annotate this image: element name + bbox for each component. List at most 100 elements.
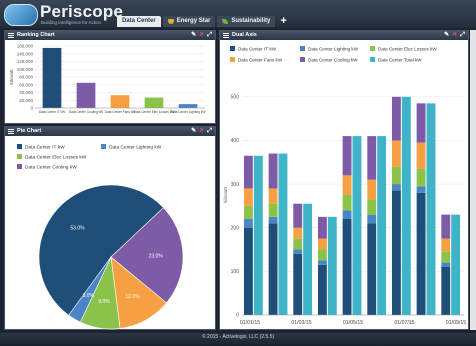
- stacked-bar-segment: [367, 199, 377, 215]
- stacked-bar-segment: [391, 184, 401, 191]
- expand-icon[interactable]: ⤢: [207, 31, 212, 40]
- ranking-bar-chart: 0 20,000 40,000 60,000 80,000 100,000 120,000 1…: [9, 44, 206, 115]
- dual-axis-chart: Data Center IT kW Data Center Lighting kW…: [223, 46, 466, 326]
- pin-icon[interactable]: ✎: [191, 31, 196, 40]
- y-tick-label: 300: [231, 182, 240, 188]
- legend-swatch: [17, 154, 22, 159]
- panel-header: Pie Chart ✎ ✕ ⤢: [5, 127, 215, 136]
- slice-label: 3.0%: [83, 293, 95, 299]
- total-bar: [451, 214, 461, 315]
- pie-chart: Data Center IT kW Data Center Lighting kW…: [17, 144, 184, 330]
- total-bar: [303, 203, 313, 315]
- panel-header: Dual Axis ✎ ✕ ⤢: [220, 31, 468, 40]
- x-tick-label: Data Center Lighting kW: [171, 110, 206, 114]
- slice-label: 53.0%: [70, 225, 85, 231]
- panel-title: Dual Axis: [232, 32, 257, 38]
- expand-icon[interactable]: ⤢: [207, 127, 212, 136]
- stacked-bar-segment: [342, 219, 352, 315]
- x-tick-label: 01/05/15: [343, 320, 363, 326]
- y-tick-label: 200: [231, 225, 240, 231]
- tab-bar: Data Center Energy Star Sustainability +: [117, 16, 290, 27]
- stacked-bar-segment: [441, 238, 451, 252]
- expand-icon[interactable]: ⤢: [460, 31, 465, 40]
- total-bar: [401, 96, 411, 315]
- slice-label: 9.0%: [98, 299, 110, 305]
- y-tick-label: 20,000: [19, 98, 33, 103]
- stacked-bar-segment: [367, 223, 377, 315]
- footer-text: © 2015 - Activelogix, LLC (2.5.5): [201, 334, 275, 340]
- close-icon[interactable]: ✕: [199, 31, 204, 40]
- legend-swatch: [230, 57, 235, 62]
- legend-label: Data Center Elec Losses kW: [25, 154, 87, 160]
- stacked-bar-segment: [243, 155, 253, 189]
- stacked-bar-segment: [293, 227, 303, 239]
- bar: [76, 82, 96, 108]
- add-tab-button[interactable]: +: [277, 16, 289, 27]
- y-tick-label: 40,000: [19, 90, 33, 95]
- stacked-bar-segment: [268, 188, 278, 204]
- stacked-bar-segment: [367, 214, 377, 224]
- bar: [144, 97, 164, 108]
- legend-swatch: [300, 46, 305, 51]
- stacked-bar-segment: [416, 192, 426, 315]
- side-scroll-strip[interactable]: [470, 30, 476, 330]
- top-bar: Periscope Building Intelligence for Acti…: [0, 0, 476, 28]
- legend-label: Data Center Lighting kW: [109, 144, 162, 150]
- legend-label: Data Center Total kW: [378, 57, 422, 62]
- slice-label: 23.0%: [149, 253, 164, 259]
- legend-label: Data Center Cooling kW: [25, 164, 77, 170]
- footer: © 2015 - Activelogix, LLC (2.5.5): [0, 333, 476, 346]
- y-tick-label: 140,000: [17, 51, 34, 56]
- stacked-bar-segment: [293, 203, 303, 228]
- stacked-bar-segment: [317, 238, 327, 250]
- total-bar: [377, 136, 387, 315]
- stacked-bar-segment: [441, 267, 451, 315]
- stacked-bar-segment: [342, 175, 352, 195]
- pin-icon[interactable]: ✎: [444, 31, 449, 40]
- legend-swatch: [101, 144, 106, 149]
- x-tick-label: Data Center Elec Losses kW: [134, 110, 175, 114]
- y-tick-label: 100: [231, 269, 240, 275]
- stacked-bar-segment: [243, 219, 253, 228]
- x-tick-label: 01/07/15: [394, 320, 414, 326]
- tab-data-center[interactable]: Data Center: [117, 16, 161, 27]
- stacked-bar-segment: [293, 253, 303, 315]
- ranking-chart-panel: Ranking Chart ✎ ✕ ⤢ 0 20,000 40,000 60,000 80,…: [4, 30, 216, 124]
- total-bar: [426, 103, 436, 315]
- stacked-bar-segment: [342, 195, 352, 211]
- legend-label: Data Center Lighting kW: [308, 46, 359, 51]
- close-icon[interactable]: ✕: [452, 31, 457, 40]
- stacked-bar-segment: [391, 190, 401, 315]
- panel-menu-icon[interactable]: [223, 33, 229, 38]
- stacked-bar-segment: [441, 251, 451, 263]
- panel-title: Ranking Chart: [17, 32, 55, 38]
- stacked-bar-segment: [268, 153, 278, 189]
- stacked-bar-segment: [391, 96, 401, 141]
- pin-icon[interactable]: ✎: [191, 127, 196, 136]
- tab-label: Energy Star: [176, 18, 211, 24]
- legend-label: Data Center IT kW: [25, 144, 65, 150]
- tab-label: Data Center: [122, 18, 156, 24]
- y-axis-label: kilowatt: [9, 69, 14, 85]
- total-bar: [352, 136, 362, 315]
- x-tick-label: 01/09/15: [446, 320, 466, 326]
- stacked-bar-segment: [243, 188, 253, 206]
- y-tick-label: 60,000: [19, 82, 33, 87]
- slice-label: 12.0%: [125, 294, 140, 300]
- x-tick-label: Data Center Cooling kW: [69, 110, 103, 114]
- bar: [42, 47, 62, 108]
- tab-energy-star[interactable]: Energy Star: [162, 16, 216, 27]
- close-icon[interactable]: ✕: [199, 127, 204, 136]
- stacked-bar-segment: [367, 136, 377, 180]
- stacked-bar-segment: [441, 214, 451, 239]
- tab-sustainability[interactable]: Sustainability: [217, 16, 276, 27]
- pie-chart-panel: Pie Chart ✎ ✕ ⤢ Data Center IT kW Data Cent…: [4, 126, 216, 330]
- y-tick-label: 400: [231, 138, 240, 144]
- total-bar: [327, 216, 337, 315]
- panel-title: Pie Chart: [17, 128, 42, 134]
- panel-menu-icon[interactable]: [8, 33, 14, 38]
- panel-menu-icon[interactable]: [8, 129, 14, 134]
- stacked-bar-segment: [293, 249, 303, 254]
- leaf-icon: [222, 19, 229, 24]
- stacked-bar-segment: [391, 140, 401, 167]
